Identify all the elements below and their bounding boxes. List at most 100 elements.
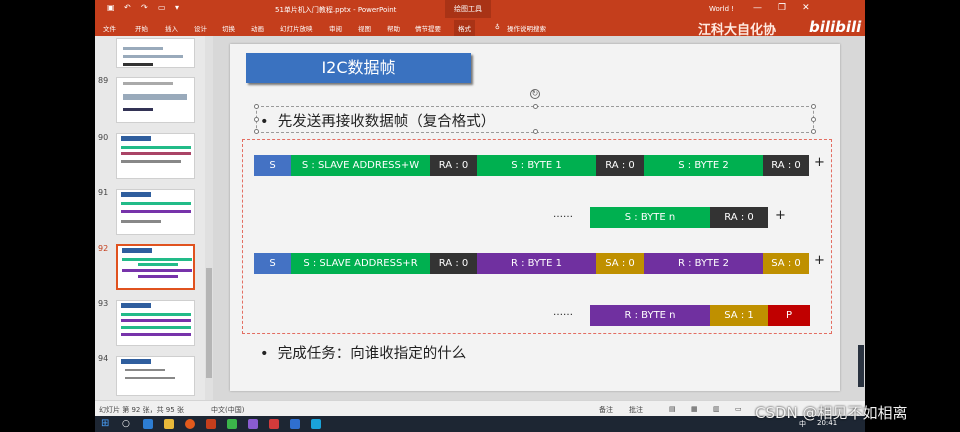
slide-number: 90 [98, 133, 109, 142]
reading-view-icon[interactable]: ▥ [713, 405, 720, 413]
tab-design[interactable]: 设计 [194, 23, 207, 33]
frame-cell-start[interactable]: S [254, 253, 291, 274]
search-icon[interactable]: ○ [122, 419, 132, 429]
frame-cell-byte[interactable]: R : BYTE n [590, 305, 710, 326]
plus-sign: + [814, 253, 825, 268]
close-button[interactable]: ✕ [802, 3, 810, 13]
slide-thumbnail[interactable] [116, 189, 195, 235]
tab-insert[interactable]: 插入 [165, 23, 178, 33]
undo-icon[interactable]: ↶ [124, 4, 132, 12]
maximize-button[interactable]: ❐ [778, 3, 786, 13]
powerpoint-taskbar-icon[interactable] [206, 419, 216, 429]
plus-sign: + [814, 155, 825, 170]
window-controls: — ❐ ✕ [753, 3, 810, 13]
frame-cell-address-read[interactable]: S : SLAVE ADDRESS+R [291, 253, 430, 274]
customize-toolbar-icon[interactable]: ▾ [175, 4, 183, 12]
frame-cell-start[interactable]: S [254, 155, 291, 176]
frame-cell-address-write[interactable]: S : SLAVE ADDRESS+W [291, 155, 430, 176]
save-icon[interactable]: ▣ [107, 4, 115, 12]
tab-view[interactable]: 视图 [358, 23, 371, 33]
frame-cell-ack[interactable]: SA : 0 [763, 253, 809, 274]
frame-cell-byte[interactable]: R : BYTE 2 [644, 253, 763, 274]
csdn-watermark: CSDN @相见不如相离 [755, 404, 908, 422]
tab-animations[interactable]: 动画 [251, 23, 264, 33]
frame-cell-ack[interactable]: RA : 0 [430, 155, 477, 176]
slide-number: 93 [98, 299, 109, 308]
app-icon[interactable] [269, 419, 279, 429]
tab-file[interactable]: 文件 [103, 23, 116, 33]
rotate-handle-icon[interactable]: ↻ [530, 89, 540, 99]
redo-icon[interactable]: ↷ [141, 4, 149, 12]
tab-review[interactable]: 审阅 [329, 23, 342, 33]
windows-start-icon[interactable]: ⊞ [101, 419, 111, 429]
tab-help[interactable]: 帮助 [387, 23, 400, 33]
start-slideshow-icon[interactable]: ▭ [158, 4, 166, 12]
frame-cell-byte[interactable]: S : BYTE 2 [644, 155, 763, 176]
frame-cell-ack[interactable]: RA : 0 [430, 253, 477, 274]
tell-me-search[interactable]: 操作说明搜索 [507, 23, 546, 33]
windows-taskbar: ⊞ ○ 中 20:41 [95, 416, 865, 432]
frame-cell-ack[interactable]: RA : 0 [710, 207, 768, 228]
document-title: 51单片机入门教程.pptx - PowerPoint [275, 6, 397, 14]
slide-title[interactable]: I2C数据帧 [246, 53, 471, 83]
bullet-text-2[interactable]: • 完成任务：向谁收指定的什么 [260, 342, 466, 363]
plus-sign: + [775, 208, 786, 223]
ellipsis: …… [553, 307, 573, 318]
pane-scrollbar-thumb[interactable] [206, 268, 212, 378]
normal-view-icon[interactable]: ▤ [669, 405, 676, 413]
comments-button[interactable]: 批注 [629, 405, 643, 415]
app-icon[interactable] [185, 419, 195, 429]
lightbulb-icon: ♁ [495, 23, 500, 31]
frame-cell-ack[interactable]: SA : 0 [596, 253, 644, 274]
tab-home[interactable]: 开始 [135, 23, 148, 33]
tab-storyboard[interactable]: 情节提要 [415, 23, 441, 33]
slide-thumbnail-88[interactable] [116, 38, 195, 68]
bullet-dot: • [260, 346, 278, 362]
edge-browser-icon[interactable] [143, 419, 153, 429]
user-name[interactable]: World ! [709, 5, 734, 13]
side-panel-edge [858, 345, 864, 387]
drawing-tools-label: 绘图工具 [445, 0, 491, 18]
app-icon[interactable] [311, 419, 321, 429]
frame-cell-ack[interactable]: RA : 0 [596, 155, 644, 176]
slides-thumbnail-pane: 89 90 91 92 93 94 [95, 36, 213, 400]
tab-format[interactable]: 格式 [454, 20, 475, 36]
slide-count: 幻灯片 第 92 张，共 95 张 [99, 406, 184, 414]
slide-thumbnail[interactable] [116, 133, 195, 179]
pane-scrollbar[interactable] [205, 36, 213, 400]
app-icon[interactable] [227, 419, 237, 429]
slideshow-view-icon[interactable]: ▭ [735, 405, 742, 413]
minimize-button[interactable]: — [753, 3, 762, 13]
notes-button[interactable]: 备注 [599, 405, 613, 415]
slide-thumbnail-selected[interactable] [116, 244, 195, 290]
powerpoint-window: ▣ ↶ ↷ ▭ ▾ 51单片机入门教程.pptx - PowerPoint 绘图… [95, 0, 865, 432]
slide-editor: I2C数据帧 ↻ • 先发送再接收数据帧（复合格式） S S : SLAVE A… [213, 36, 865, 400]
slide-thumbnail[interactable] [116, 77, 195, 123]
sorter-view-icon[interactable]: ▦ [691, 405, 698, 413]
frame-cell-byte[interactable]: S : BYTE 1 [477, 155, 596, 176]
slide-number: 89 [98, 76, 109, 85]
title-bar: ▣ ↶ ↷ ▭ ▾ 51单片机入门教程.pptx - PowerPoint 绘图… [95, 0, 865, 18]
frame-cell-stop[interactable]: P [768, 305, 810, 326]
slide-number: 94 [98, 354, 109, 363]
app-icon[interactable] [290, 419, 300, 429]
app-icon[interactable] [248, 419, 258, 429]
current-slide: I2C数据帧 ↻ • 先发送再接收数据帧（复合格式） S S : SLAVE A… [230, 44, 840, 391]
frame-cell-ack[interactable]: RA : 0 [763, 155, 809, 176]
file-explorer-icon[interactable] [164, 419, 174, 429]
bullet-text-2-content: 完成任务：向谁收指定的什么 [277, 346, 467, 362]
status-bar: 幻灯片 第 92 张，共 95 张 中文(中国) 备注 批注 ▤ ▦ ▥ ▭ [95, 400, 865, 416]
slide-thumbnail[interactable] [116, 356, 195, 396]
frame-cell-ack[interactable]: SA : 1 [710, 305, 768, 326]
bullet-text-1-content: 先发送再接收数据帧（复合格式） [277, 114, 496, 130]
slide-thumbnail[interactable] [116, 300, 195, 346]
bullet-text-1[interactable]: • 先发送再接收数据帧（复合格式） [260, 110, 495, 131]
frame-cell-byte[interactable]: S : BYTE n [590, 207, 710, 228]
quick-access-toolbar: ▣ ↶ ↷ ▭ ▾ [107, 4, 183, 12]
tab-slideshow[interactable]: 幻灯片放映 [280, 23, 313, 33]
tab-transitions[interactable]: 切换 [222, 23, 235, 33]
frame-cell-byte[interactable]: R : BYTE 1 [477, 253, 596, 274]
slide-number-selected: 92 [98, 244, 109, 253]
ellipsis: …… [553, 209, 573, 220]
language-status[interactable]: 中文(中国) [211, 405, 244, 415]
